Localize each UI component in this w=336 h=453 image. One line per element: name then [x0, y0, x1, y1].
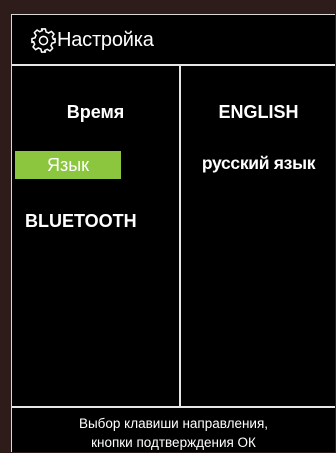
option-english[interactable]: ENGLISH	[181, 102, 336, 123]
help-text-line-2: кнопки подтверждения ОК	[91, 435, 256, 450]
device-bezel: Настройка Время Язык BLUETOOTH ENGLISH р…	[0, 0, 336, 452]
help-text-line-1: Выбор клавиши направления,	[78, 416, 269, 431]
menu-item-time[interactable]: Время	[12, 102, 179, 123]
menu-item-bluetooth[interactable]: BLUETOOTH	[25, 211, 137, 232]
settings-osd-panel: Настройка Время Язык BLUETOOTH ENGLISH р…	[11, 14, 335, 452]
help-text: Выбор клавиши направления, кнопки подтве…	[12, 408, 335, 453]
menu-item-language[interactable]: Язык	[15, 151, 121, 179]
page-title: Настройка	[57, 29, 154, 51]
gear-icon	[31, 28, 56, 53]
option-russian[interactable]: русский язык	[181, 153, 336, 174]
settings-header: Настройка	[12, 15, 335, 66]
